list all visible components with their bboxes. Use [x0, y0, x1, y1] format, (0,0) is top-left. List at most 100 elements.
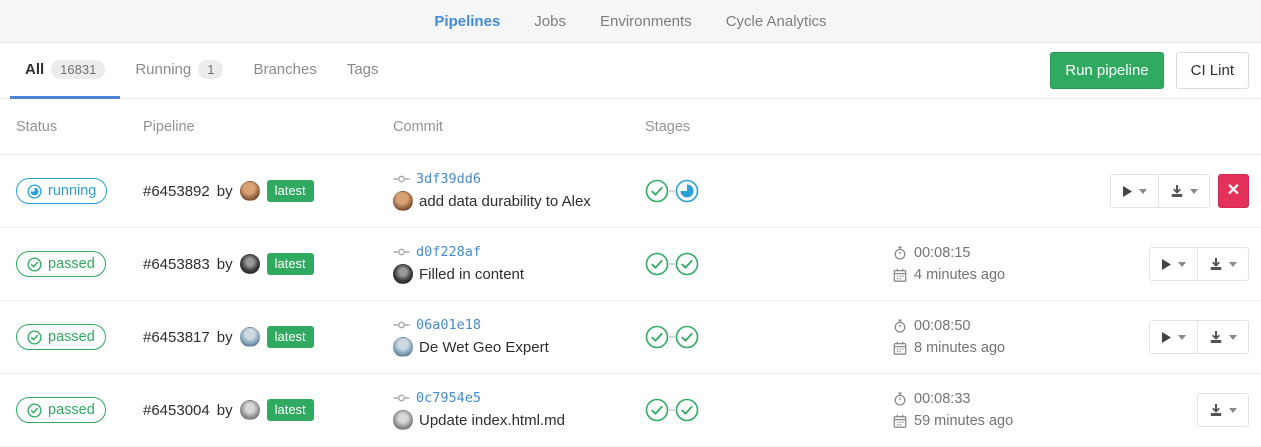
- artifacts-dropdown-button[interactable]: [1158, 175, 1209, 207]
- commit-sha-link[interactable]: d0f228af: [416, 244, 481, 260]
- commit-sha-link[interactable]: 0c7954e5: [416, 390, 481, 406]
- chevron-down-icon: [1229, 262, 1237, 267]
- artifacts-dropdown-button[interactable]: [1197, 248, 1248, 280]
- stage-status-icon-passed[interactable]: [645, 252, 669, 276]
- download-icon: [1209, 403, 1223, 417]
- timer-icon: [893, 319, 907, 333]
- status-badge-passed[interactable]: passed: [16, 324, 106, 350]
- artifacts-dropdown-button[interactable]: [1197, 321, 1248, 353]
- passed-status-icon: [27, 257, 42, 272]
- commit-sha-link[interactable]: 06a01e18: [416, 317, 481, 333]
- pipeline-id-link[interactable]: #6453892: [143, 183, 210, 200]
- nav-item-pipelines[interactable]: Pipelines: [434, 13, 500, 30]
- pipeline-finished-ago: 4 minutes ago: [914, 267, 1005, 283]
- stage-status-icon-passed[interactable]: [675, 252, 699, 276]
- cancel-pipeline-button[interactable]: ✕: [1218, 174, 1249, 208]
- nav-item-jobs[interactable]: Jobs: [534, 13, 566, 30]
- download-icon: [1209, 330, 1223, 344]
- manual-actions-dropdown-button[interactable]: [1150, 321, 1197, 353]
- pipeline-row: running #6453892 by latest 3df39dd6 add …: [0, 155, 1261, 228]
- close-icon: ✕: [1227, 183, 1240, 199]
- commit-message-link[interactable]: add data durability to Alex: [419, 193, 591, 210]
- commit-author-avatar[interactable]: [393, 264, 413, 284]
- user-avatar[interactable]: [240, 254, 260, 274]
- nav-item-cycle-analytics[interactable]: Cycle Analytics: [726, 13, 827, 30]
- status-label: passed: [48, 256, 95, 272]
- stage-status-icon-passed[interactable]: [645, 179, 669, 203]
- commit-message-link[interactable]: De Wet Geo Expert: [419, 339, 549, 356]
- status-badge-passed[interactable]: passed: [16, 251, 106, 277]
- pipeline-id-link[interactable]: #6453817: [143, 329, 210, 346]
- chevron-down-icon: [1229, 408, 1237, 413]
- calendar-icon: [893, 414, 907, 428]
- run-pipeline-button[interactable]: Run pipeline: [1050, 52, 1163, 89]
- status-label: running: [48, 183, 96, 199]
- header-commit: Commit: [393, 119, 645, 135]
- commit-icon: [393, 247, 410, 257]
- stage-status-icon-passed[interactable]: [675, 325, 699, 349]
- latest-tag-badge: latest: [267, 326, 314, 348]
- chevron-down-icon: [1229, 335, 1237, 340]
- latest-tag-badge: latest: [267, 399, 314, 421]
- download-icon: [1170, 184, 1184, 198]
- tabs-actions: Run pipeline CI Lint: [1050, 43, 1251, 98]
- passed-status-icon: [27, 330, 42, 345]
- calendar-icon: [893, 268, 907, 282]
- project-nav: Pipelines Jobs Environments Cycle Analyt…: [0, 0, 1261, 43]
- timer-icon: [893, 246, 907, 260]
- user-avatar[interactable]: [240, 181, 260, 201]
- play-icon: [1161, 331, 1172, 344]
- tab-running-label: Running: [135, 61, 191, 78]
- by-label: by: [217, 402, 233, 419]
- passed-status-icon: [27, 403, 42, 418]
- by-label: by: [217, 183, 233, 200]
- chevron-down-icon: [1178, 262, 1186, 267]
- play-icon: [1161, 258, 1172, 271]
- commit-author-avatar[interactable]: [393, 410, 413, 430]
- commit-author-avatar[interactable]: [393, 191, 413, 211]
- manual-actions-dropdown-button[interactable]: [1150, 248, 1197, 280]
- stage-status-icon-passed[interactable]: [645, 325, 669, 349]
- header-status: Status: [16, 119, 143, 135]
- commit-message-link[interactable]: Update index.html.md: [419, 412, 565, 429]
- commit-icon: [393, 320, 410, 330]
- pipeline-duration: 00:08:15: [914, 245, 970, 261]
- pipeline-id-link[interactable]: #6453883: [143, 256, 210, 273]
- status-badge-running[interactable]: running: [16, 178, 107, 204]
- tab-tags-label: Tags: [347, 61, 379, 78]
- running-status-icon: [27, 184, 42, 199]
- pipeline-finished-ago: 8 minutes ago: [914, 340, 1005, 356]
- manual-actions-dropdown-button[interactable]: [1111, 175, 1158, 207]
- artifacts-dropdown-button[interactable]: [1198, 394, 1248, 426]
- pipeline-id-link[interactable]: #6453004: [143, 402, 210, 419]
- commit-message-link[interactable]: Filled in content: [419, 266, 524, 283]
- tab-all-label: All: [25, 61, 44, 78]
- status-badge-passed[interactable]: passed: [16, 397, 106, 423]
- pipeline-duration: 00:08:50: [914, 318, 970, 334]
- user-avatar[interactable]: [240, 400, 260, 420]
- header-pipeline: Pipeline: [143, 119, 393, 135]
- pipeline-actions-group: [1149, 320, 1249, 354]
- by-label: by: [217, 329, 233, 346]
- commit-icon: [393, 174, 410, 184]
- tab-running[interactable]: Running 1: [120, 43, 238, 99]
- pipelines-tabs-bar: All 16831 Running 1 Branches Tags Run pi…: [0, 43, 1261, 99]
- tab-running-count-badge: 1: [198, 60, 223, 80]
- pipeline-row: passed #6453883 by latest d0f228af Fille…: [0, 228, 1261, 301]
- commit-icon: [393, 393, 410, 403]
- tab-all[interactable]: All 16831: [10, 43, 120, 99]
- tab-branches[interactable]: Branches: [238, 43, 331, 99]
- commit-sha-link[interactable]: 3df39dd6: [416, 171, 481, 187]
- commit-author-avatar[interactable]: [393, 337, 413, 357]
- latest-tag-badge: latest: [267, 253, 314, 275]
- stage-status-icon-passed[interactable]: [645, 398, 669, 422]
- pipeline-actions-group: [1149, 247, 1249, 281]
- stage-status-icon-passed[interactable]: [675, 398, 699, 422]
- ci-lint-button[interactable]: CI Lint: [1176, 52, 1249, 89]
- download-icon: [1209, 257, 1223, 271]
- nav-item-environments[interactable]: Environments: [600, 13, 692, 30]
- tab-tags[interactable]: Tags: [332, 43, 394, 99]
- user-avatar[interactable]: [240, 327, 260, 347]
- stage-status-icon-running[interactable]: [675, 179, 699, 203]
- latest-tag-badge: latest: [267, 180, 314, 202]
